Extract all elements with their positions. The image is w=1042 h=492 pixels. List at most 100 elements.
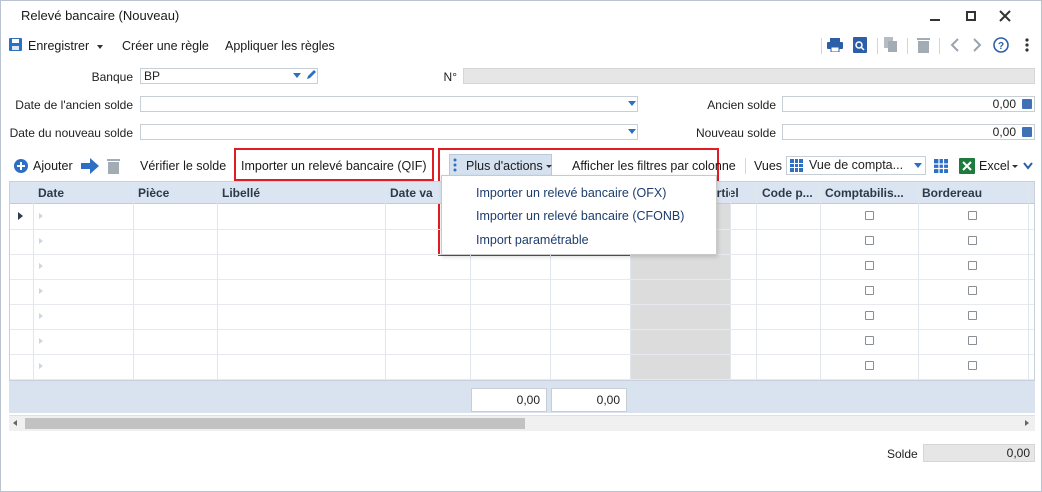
- column-header-code[interactable]: Code p...: [762, 186, 813, 200]
- row-expand-icon[interactable]: [39, 288, 43, 294]
- column-header-date[interactable]: Date: [38, 186, 64, 200]
- toolbar-separator: [877, 38, 878, 54]
- comptabilise-checkbox[interactable]: [865, 211, 874, 220]
- bordereau-checkbox[interactable]: [968, 286, 977, 295]
- column-header-date-valeur[interactable]: Date va: [390, 186, 433, 200]
- save-dropdown-caret-icon[interactable]: [97, 44, 104, 49]
- menu-item-import-parametrable[interactable]: Import paramétrable: [476, 233, 589, 247]
- delete-icon[interactable]: [915, 37, 931, 53]
- calculator-icon[interactable]: [1022, 99, 1032, 109]
- column-header-comptabilise[interactable]: Comptabilis...: [825, 186, 904, 200]
- comptabilise-checkbox[interactable]: [865, 236, 874, 245]
- nouveau-date-dropdown-icon[interactable]: [628, 129, 636, 134]
- column-header-piece[interactable]: Pièce: [138, 186, 169, 200]
- nouveau-solde-field[interactable]: 0,00: [782, 124, 1035, 140]
- maximize-button[interactable]: [957, 5, 985, 27]
- bordereau-checkbox[interactable]: [968, 311, 977, 320]
- close-icon: [999, 10, 1011, 22]
- chevron-down-icon[interactable]: [1023, 162, 1033, 170]
- bordereau-checkbox[interactable]: [968, 261, 977, 270]
- grid-line: [10, 329, 1034, 330]
- ancien-solde-field[interactable]: 0,00: [782, 96, 1035, 112]
- row-expand-icon[interactable]: [39, 213, 43, 219]
- nouveau-date-field[interactable]: [140, 124, 638, 140]
- verify-balance-button[interactable]: Vérifier le solde: [140, 159, 226, 173]
- row-expand-icon[interactable]: [39, 238, 43, 244]
- column-header-bordereau[interactable]: Bordereau: [922, 186, 982, 200]
- minimize-button[interactable]: [921, 5, 949, 27]
- numero-field: [463, 68, 1035, 84]
- save-icon[interactable]: [9, 38, 22, 51]
- toolbar-separator: [907, 38, 908, 54]
- next-icon[interactable]: [969, 37, 985, 53]
- banque-field[interactable]: BP: [140, 68, 318, 84]
- row-expand-icon[interactable]: [39, 313, 43, 319]
- help-icon[interactable]: ?: [993, 37, 1009, 53]
- add-button[interactable]: Ajouter: [33, 159, 73, 173]
- column-header-libelle[interactable]: Libellé: [222, 186, 260, 200]
- scroll-right-icon[interactable]: [1025, 420, 1029, 426]
- row-expand-icon[interactable]: [39, 338, 43, 344]
- excel-caret-icon: [1011, 165, 1018, 169]
- grid-line: [756, 182, 757, 380]
- view-grid-icon: [790, 159, 803, 172]
- add-icon[interactable]: [14, 159, 28, 173]
- comptabilise-checkbox[interactable]: [865, 361, 874, 370]
- row-expand-icon[interactable]: [39, 363, 43, 369]
- banque-dropdown-icon[interactable]: [293, 73, 301, 78]
- bordereau-checkbox[interactable]: [968, 336, 977, 345]
- grid-line: [918, 182, 919, 380]
- excel-icon[interactable]: [959, 158, 975, 174]
- views-label: Vues: [754, 159, 783, 173]
- excel-button[interactable]: Excel: [979, 159, 1018, 173]
- numero-label: N°: [443, 70, 457, 84]
- scroll-left-icon[interactable]: [13, 420, 17, 426]
- previous-icon[interactable]: [947, 37, 963, 53]
- comptabilise-checkbox[interactable]: [865, 286, 874, 295]
- total-credit-value: 0,00: [596, 393, 620, 407]
- toolbar-separator: [939, 38, 940, 54]
- bordereau-checkbox[interactable]: [968, 236, 977, 245]
- ancien-date-dropdown-icon[interactable]: [628, 101, 636, 106]
- solde-label: Solde: [887, 447, 918, 461]
- view-dropdown-icon[interactable]: [914, 163, 922, 168]
- comptabilise-checkbox[interactable]: [865, 311, 874, 320]
- bordereau-checkbox[interactable]: [968, 211, 977, 220]
- solde-field: 0,00: [923, 444, 1035, 462]
- copy-icon[interactable]: [883, 37, 899, 53]
- scrollbar-thumb[interactable]: [25, 418, 525, 429]
- view-select[interactable]: Vue de compta...: [786, 156, 926, 175]
- menu-item-import-cfonb[interactable]: Importer un relevé bancaire (CFONB): [476, 209, 684, 223]
- create-rule-button[interactable]: Créer une règle: [122, 39, 209, 53]
- edit-pencil-icon[interactable]: [305, 69, 317, 81]
- print-icon[interactable]: [827, 37, 843, 53]
- apply-rules-button[interactable]: Appliquer les règles: [225, 39, 335, 53]
- save-button[interactable]: Enregistrer: [28, 39, 104, 53]
- total-debit-value: 0,00: [516, 393, 540, 407]
- grid-line: [385, 182, 386, 380]
- grid-line: [10, 279, 1034, 280]
- menu-item-import-ofx[interactable]: Importer un relevé bancaire (OFX): [476, 186, 666, 200]
- ancien-date-field[interactable]: [140, 96, 638, 112]
- column-chooser-icon[interactable]: [934, 159, 948, 173]
- excel-label: Excel: [979, 159, 1010, 173]
- print-preview-icon[interactable]: [852, 37, 868, 53]
- comptabilise-checkbox[interactable]: [865, 336, 874, 345]
- toolbar-separator: [821, 38, 822, 54]
- grid-line: [10, 304, 1034, 305]
- ancien-solde-label: Ancien solde: [707, 98, 776, 112]
- grid-line: [10, 354, 1034, 355]
- arrow-right-icon[interactable]: [81, 158, 99, 174]
- delete-row-icon[interactable]: [107, 158, 120, 174]
- nouveau-solde-label: Nouveau solde: [695, 126, 776, 140]
- close-button[interactable]: [991, 5, 1019, 27]
- bordereau-checkbox[interactable]: [968, 361, 977, 370]
- column-filters-button[interactable]: Afficher les filtres par colonne: [572, 159, 736, 173]
- total-credit: 0,00: [551, 388, 627, 412]
- comptabilise-checkbox[interactable]: [865, 261, 874, 270]
- horizontal-scrollbar[interactable]: [9, 415, 1035, 431]
- row-expand-icon[interactable]: [39, 263, 43, 269]
- calculator-icon[interactable]: [1022, 127, 1032, 137]
- more-vertical-icon[interactable]: [1019, 37, 1035, 53]
- title-bar: Relevé bancaire (Nouveau): [1, 1, 1041, 31]
